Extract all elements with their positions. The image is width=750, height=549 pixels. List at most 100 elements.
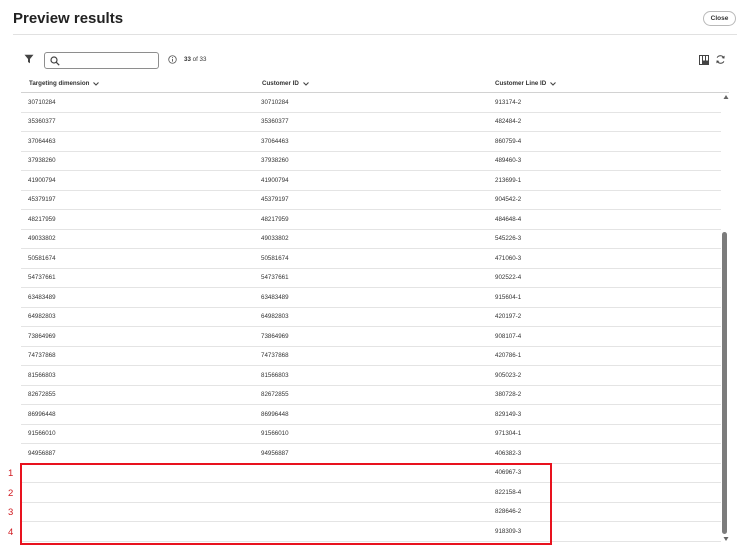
- cell-customer-line-id: 904542-2: [495, 196, 522, 203]
- cell-customer-id: 82672855: [261, 391, 289, 398]
- cell-customer-id: 54737661: [261, 274, 289, 281]
- result-count-total: of 33: [192, 56, 207, 63]
- cell-targeting-dimension: 64982803: [28, 313, 56, 320]
- table-row[interactable]: 37064463 37064463 860759-4: [21, 132, 721, 152]
- cell-targeting-dimension: 86996448: [28, 410, 56, 418]
- cell-targeting-dimension: 45379197: [28, 196, 56, 203]
- cell-targeting-dimension: 82672855: [28, 391, 56, 398]
- table-row[interactable]: 94956887 94956887 406382-3: [21, 444, 721, 464]
- cell-customer-line-id: 213699-1: [495, 176, 522, 184]
- page-title: Preview results: [13, 10, 124, 27]
- table-row[interactable]: 45379197 45379197 904542-2: [21, 191, 721, 210]
- cell-customer-line-id: 471060-3: [495, 254, 522, 262]
- cell-customer-id: 37064463: [261, 137, 289, 145]
- chevron-down-icon[interactable]: [302, 81, 309, 86]
- cell-customer-line-id: 406382-3: [495, 449, 522, 457]
- column-header-customer-line-id[interactable]: Customer Line ID: [495, 80, 557, 87]
- cell-customer-line-id: 380728-2: [495, 391, 522, 398]
- cell-customer-line-id: 908107-4: [495, 332, 522, 340]
- scrollbar-thumb[interactable]: [722, 232, 727, 534]
- result-count: 33 of 33: [184, 56, 206, 63]
- close-button[interactable]: Close: [703, 11, 736, 26]
- cell-targeting-dimension: 50581674: [28, 254, 56, 262]
- table-row[interactable]: 82672855 82672855 380728-2: [21, 386, 721, 405]
- cell-targeting-dimension: 35360377: [28, 118, 56, 125]
- table-row[interactable]: 63483489 63483489 915604-1: [21, 288, 721, 308]
- cell-targeting-dimension: 41900794: [28, 176, 56, 184]
- table-row[interactable]: 74737868 74737868 420786-1: [21, 347, 721, 366]
- cell-customer-line-id: 915604-1: [495, 293, 522, 301]
- header-divider: [13, 34, 737, 35]
- cell-customer-id: 48217959: [261, 215, 289, 223]
- table-row[interactable]: 49033802 49033802 545226-3: [21, 230, 721, 249]
- cell-targeting-dimension: 94956887: [28, 449, 56, 457]
- result-count-current: 33: [184, 56, 191, 63]
- cell-customer-id: 45379197: [261, 196, 289, 203]
- scroll-down-icon[interactable]: [723, 536, 729, 542]
- chevron-down-icon[interactable]: [93, 81, 100, 86]
- cell-customer-line-id: 902522-4: [495, 274, 522, 281]
- table-row[interactable]: 54737661 54737661 902522-4: [21, 269, 721, 288]
- cell-customer-id: 86996448: [261, 410, 289, 418]
- cell-customer-id: 64982803: [261, 313, 289, 320]
- cell-customer-line-id: 489460-3: [495, 157, 522, 164]
- cell-targeting-dimension: 37064463: [28, 137, 56, 145]
- cell-customer-id: 50581674: [261, 254, 289, 262]
- table-row[interactable]: 48217959 48217959 484648-4: [21, 210, 721, 230]
- cell-targeting-dimension: 73864969: [28, 332, 56, 340]
- cell-customer-line-id: 484648-4: [495, 215, 522, 223]
- cell-customer-id: 94956887: [261, 449, 289, 457]
- table-row[interactable]: 73864969 73864969 908107-4: [21, 327, 721, 347]
- refresh-icon[interactable]: [715, 54, 726, 65]
- annotation-marker: 1: [8, 468, 14, 479]
- cell-customer-line-id: 860759-4: [495, 137, 522, 145]
- cell-customer-id: 81566803: [261, 371, 289, 379]
- cell-targeting-dimension: 54737661: [28, 274, 56, 281]
- table-row[interactable]: 50581674 50581674 471060-3: [21, 249, 721, 269]
- column-header-customer-id[interactable]: Customer ID: [262, 80, 309, 87]
- search-field[interactable]: [44, 52, 159, 69]
- cell-targeting-dimension: 37938260: [28, 157, 56, 164]
- info-icon[interactable]: [168, 55, 177, 64]
- annotation-highlight-box: [20, 463, 552, 545]
- columns-icon[interactable]: [699, 55, 709, 65]
- search-icon: [50, 56, 60, 66]
- cell-targeting-dimension: 48217959: [28, 215, 56, 223]
- table-row[interactable]: 35360377 35360377 482484-2: [21, 113, 721, 132]
- column-header-label: Customer ID: [262, 80, 299, 87]
- column-header-targeting-dimension[interactable]: Targeting dimension: [29, 80, 100, 87]
- table-row[interactable]: 64982803 64982803 420197-2: [21, 308, 721, 327]
- table-row[interactable]: 41900794 41900794 213699-1: [21, 171, 721, 191]
- table-row[interactable]: 37938260 37938260 489460-3: [21, 152, 721, 171]
- cell-customer-line-id: 545226-3: [495, 235, 522, 242]
- cell-customer-line-id: 420197-2: [495, 313, 522, 320]
- cell-targeting-dimension: 63483489: [28, 293, 56, 301]
- cell-customer-id: 37938260: [261, 157, 289, 164]
- cell-customer-id: 74737868: [261, 352, 289, 359]
- cell-customer-line-id: 913174-2: [495, 98, 522, 106]
- cell-customer-line-id: 971304-1: [495, 430, 522, 437]
- search-input[interactable]: [64, 54, 156, 67]
- cell-targeting-dimension: 49033802: [28, 235, 56, 242]
- cell-targeting-dimension: 91566010: [28, 430, 56, 437]
- cell-customer-line-id: 905023-2: [495, 371, 522, 379]
- cell-customer-id: 30710284: [261, 98, 289, 106]
- table-row[interactable]: 91566010 91566010 971304-1: [21, 425, 721, 444]
- table-row[interactable]: 81566803 81566803 905023-2: [21, 366, 721, 386]
- chevron-down-icon[interactable]: [550, 81, 557, 86]
- table-row[interactable]: 30710284 30710284 913174-2: [21, 93, 721, 113]
- table-row[interactable]: 86996448 86996448 829149-3: [21, 405, 721, 425]
- annotation-marker: 2: [8, 488, 14, 499]
- cell-customer-line-id: 420786-1: [495, 352, 522, 359]
- scroll-up-icon[interactable]: [723, 94, 729, 100]
- annotation-marker: 4: [8, 527, 14, 538]
- cell-customer-line-id: 482484-2: [495, 118, 522, 125]
- cell-customer-id: 91566010: [261, 430, 289, 437]
- annotation-marker: 3: [8, 507, 14, 518]
- filter-icon[interactable]: [24, 54, 34, 64]
- cell-customer-id: 73864969: [261, 332, 289, 340]
- cell-customer-id: 41900794: [261, 176, 289, 184]
- cell-customer-id: 63483489: [261, 293, 289, 301]
- cell-targeting-dimension: 81566803: [28, 371, 56, 379]
- column-header-label: Customer Line ID: [495, 80, 547, 87]
